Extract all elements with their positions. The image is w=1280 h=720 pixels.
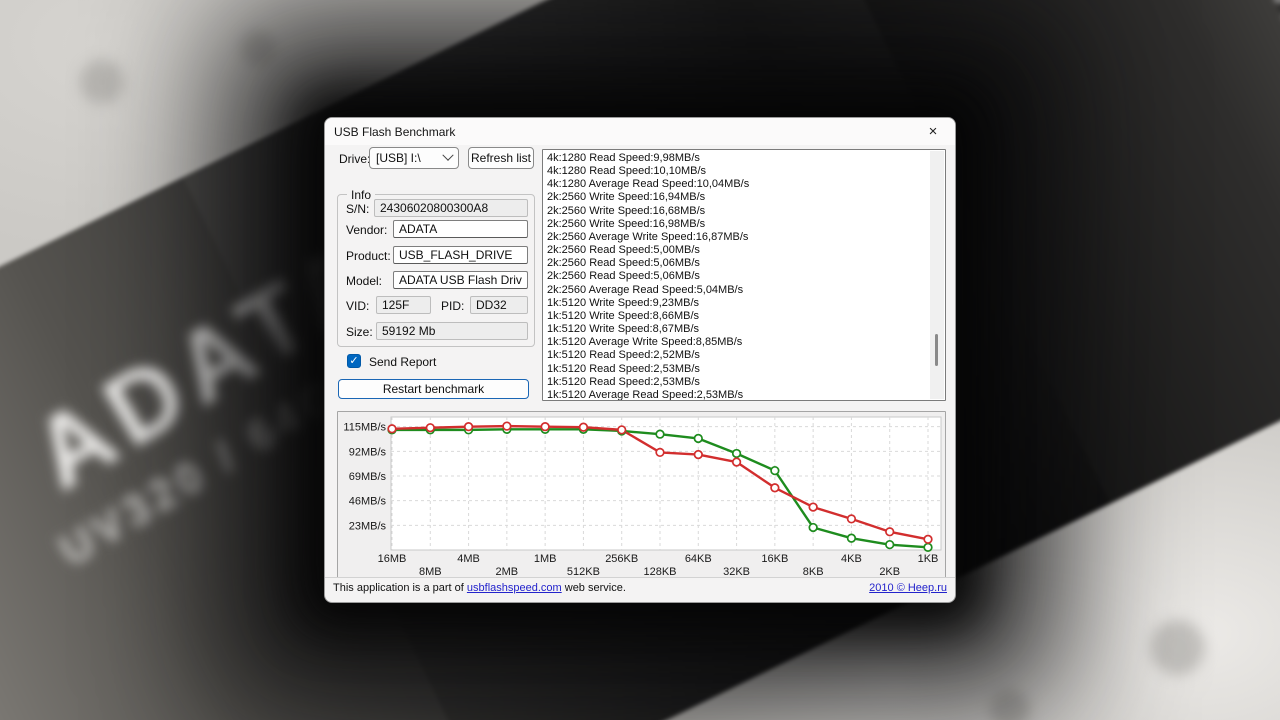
svg-text:256KB: 256KB: [605, 553, 638, 565]
size-label: Size:: [346, 325, 373, 339]
model-label: Model:: [346, 274, 383, 288]
size-field: [376, 322, 528, 340]
svg-text:46MB/s: 46MB/s: [349, 496, 387, 508]
refresh-list-button[interactable]: Refresh list: [468, 147, 534, 169]
svg-text:115MB/s: 115MB/s: [343, 422, 386, 434]
log-line: 1k:5120 Average Write Speed:8,85MB/s: [547, 336, 743, 349]
log-line: 2k:2560 Read Speed:5,06MB/s: [547, 257, 700, 270]
log-line: 4k:1280 Read Speed:9,98MB/s: [547, 152, 700, 164]
vendor-label: Vendor:: [346, 223, 388, 237]
log-line: 1k:5120 Read Speed:2,53MB/s: [547, 375, 700, 388]
speed-chart: 115MB/s 92MB/s 69MB/s 46MB/s 23MB/s 16MB 8MB 4M…: [337, 411, 946, 578]
restart-benchmark-button[interactable]: Restart benchmark: [338, 379, 529, 399]
info-groupbox-legend: Info: [347, 188, 376, 202]
usbflashspeed-link[interactable]: usbflashspeed.com: [467, 582, 562, 594]
log-line: 2k:2560 Write Speed:16,68MB/s: [547, 204, 706, 217]
drive-select-value: [USB] I:\: [376, 151, 421, 165]
log-line: 2k:2560 Write Speed:16,98MB/s: [547, 217, 706, 230]
concrete-speckle: [1150, 620, 1205, 675]
log-line: 2k:2560 Read Speed:5,06MB/s: [547, 270, 700, 283]
product-field[interactable]: [393, 246, 528, 264]
send-report-label: Send Report: [369, 355, 437, 369]
svg-text:512KB: 512KB: [567, 566, 600, 577]
svg-text:92MB/s: 92MB/s: [349, 446, 387, 458]
svg-text:8MB: 8MB: [419, 566, 442, 577]
vid-label: VID:: [346, 299, 370, 313]
vendor-field[interactable]: [393, 220, 528, 238]
svg-text:2KB: 2KB: [879, 566, 900, 577]
log-line: 1k:5120 Read Speed:2,52MB/s: [547, 349, 700, 362]
svg-text:2MB: 2MB: [496, 566, 519, 577]
heep-ru-link[interactable]: 2010 © Heep.ru: [869, 582, 947, 594]
log-scrollbar-thumb[interactable]: [935, 334, 938, 366]
svg-text:1KB: 1KB: [918, 553, 939, 565]
svg-text:32KB: 32KB: [723, 566, 750, 577]
log-line: 1k:5120 Write Speed:8,66MB/s: [547, 309, 700, 322]
usb-flash-benchmark-window: USB Flash Benchmark × Drive: [USB] I:\ R…: [324, 117, 956, 603]
footer-text-after: web service.: [561, 582, 626, 594]
svg-text:16MB: 16MB: [378, 553, 407, 565]
log-line: 4k:1280 Read Speed:10,10MB/s: [547, 165, 707, 178]
drive-label: Drive:: [339, 152, 371, 166]
drive-groove-texture: [1134, 0, 1280, 343]
log-line: 2k:2560 Average Read Speed:5,04MB/s: [547, 283, 744, 296]
svg-text:1MB: 1MB: [534, 553, 557, 565]
checkmark-icon: ✓: [349, 355, 359, 367]
log-scrollbar[interactable]: [930, 151, 944, 399]
concrete-speckle: [80, 60, 124, 104]
title-bar[interactable]: USB Flash Benchmark ×: [325, 118, 955, 145]
product-label: Product:: [346, 249, 391, 263]
window-title: USB Flash Benchmark: [334, 125, 456, 139]
pid-field: [470, 296, 528, 314]
speed-chart-svg: 115MB/s 92MB/s 69MB/s 46MB/s 23MB/s 16MB 8MB 4M…: [343, 416, 942, 578]
log-line: 1k:5120 Write Speed:8,67MB/s: [547, 323, 700, 336]
benchmark-log-lines: 4k:1280 Read Speed:9,98MB/s 4k:1280 Read …: [547, 152, 927, 401]
svg-text:4KB: 4KB: [841, 553, 862, 565]
log-line: 2k:2560 Write Speed:16,94MB/s: [547, 191, 706, 204]
close-icon: ×: [928, 123, 938, 140]
screenshot-stage: ADATA UV320 / 64G USB Flash Benchmark × …: [0, 0, 1280, 720]
chevron-down-icon: [442, 149, 454, 161]
log-line: 1k:5120 Read Speed:2,53MB/s: [547, 362, 700, 375]
footer-text: This application is a part of usbflashsp…: [333, 582, 626, 594]
svg-text:128KB: 128KB: [643, 566, 676, 577]
model-field[interactable]: [393, 271, 528, 289]
pid-label: PID:: [441, 299, 465, 313]
log-line: 1k:5120 Write Speed:9,23MB/s: [547, 296, 700, 309]
svg-text:16KB: 16KB: [761, 553, 788, 565]
log-line: 1k:5120 Average Read Speed:2,53MB/s: [547, 388, 744, 401]
svg-text:64KB: 64KB: [685, 553, 712, 565]
svg-text:23MB/s: 23MB/s: [349, 520, 387, 532]
sn-field: [374, 199, 528, 217]
log-line: 2k:2560 Average Write Speed:16,87MB/s: [547, 230, 749, 243]
footer-copyright: 2010 © Heep.ru: [869, 582, 947, 594]
drive-select[interactable]: [USB] I:\: [369, 147, 459, 169]
benchmark-log[interactable]: 4k:1280 Read Speed:9,98MB/s 4k:1280 Read …: [542, 149, 946, 401]
svg-text:8KB: 8KB: [803, 566, 824, 577]
svg-text:69MB/s: 69MB/s: [349, 471, 387, 483]
vid-field: [376, 296, 431, 314]
close-button[interactable]: ×: [911, 118, 955, 145]
sn-label: S/N:: [346, 202, 370, 216]
send-report-checkbox[interactable]: ✓: [347, 354, 361, 368]
log-line: 4k:1280 Average Read Speed:10,04MB/s: [547, 178, 750, 191]
log-line: 2k:2560 Read Speed:5,00MB/s: [547, 244, 700, 257]
footer-divider: [325, 577, 955, 578]
footer-text-before: This application is a part of: [333, 582, 467, 594]
svg-text:4MB: 4MB: [457, 553, 480, 565]
concrete-speckle: [240, 30, 276, 66]
